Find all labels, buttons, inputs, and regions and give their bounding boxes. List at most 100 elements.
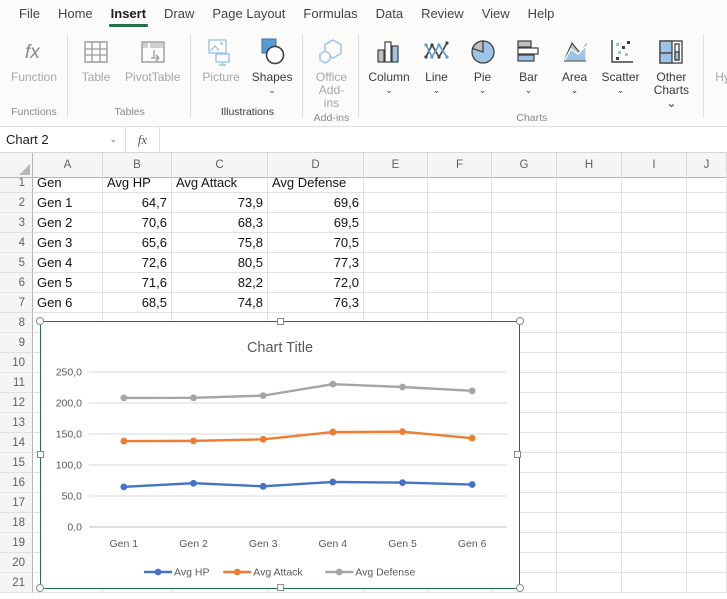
cell-H13[interactable] <box>557 413 622 433</box>
row-header-7[interactable]: 7 <box>0 293 33 313</box>
data-point-marker[interactable] <box>120 483 127 490</box>
data-point-marker[interactable] <box>190 437 197 444</box>
cell-J20[interactable] <box>687 553 727 573</box>
cell-A1[interactable]: Gen <box>33 173 103 193</box>
row-header-9[interactable]: 9 <box>0 333 33 353</box>
cell-I16[interactable] <box>622 473 687 493</box>
cell-H3[interactable] <box>557 213 622 233</box>
formula-input[interactable] <box>160 127 727 152</box>
cell-H20[interactable] <box>557 553 622 573</box>
ribbon-tab-data[interactable]: Data <box>367 0 412 28</box>
chart-resize-handle[interactable] <box>36 584 44 592</box>
cell-H11[interactable] <box>557 373 622 393</box>
bar-button[interactable]: Bar⌄ <box>507 34 551 97</box>
cell-I2[interactable] <box>622 193 687 213</box>
chevron-down-icon[interactable]: ⌄ <box>617 86 625 95</box>
cell-H17[interactable] <box>557 493 622 513</box>
cell-H5[interactable] <box>557 253 622 273</box>
cell-H19[interactable] <box>557 533 622 553</box>
data-point-marker[interactable] <box>329 429 336 436</box>
chart-resize-handle[interactable] <box>37 451 44 458</box>
data-point-marker[interactable] <box>190 394 197 401</box>
ribbon-tab-draw[interactable]: Draw <box>155 0 203 28</box>
chevron-down-icon[interactable]: ⌄ <box>268 86 276 95</box>
ribbon-tab-home[interactable]: Home <box>49 0 102 28</box>
chevron-down-icon[interactable]: ⌄ <box>525 86 533 95</box>
cell-I15[interactable] <box>622 453 687 473</box>
cell-H14[interactable] <box>557 433 622 453</box>
cell-F3[interactable] <box>428 213 492 233</box>
cell-H18[interactable] <box>557 513 622 533</box>
cell-I14[interactable] <box>622 433 687 453</box>
cell-H6[interactable] <box>557 273 622 293</box>
ribbon-tab-view[interactable]: View <box>473 0 519 28</box>
cell-A3[interactable]: Gen 2 <box>33 213 103 233</box>
cell-E3[interactable] <box>364 213 428 233</box>
cell-E7[interactable] <box>364 293 428 313</box>
row-header-5[interactable]: 5 <box>0 253 33 273</box>
row-header-15[interactable]: 15 <box>0 453 33 473</box>
data-point-marker[interactable] <box>329 381 336 388</box>
cell-D7[interactable]: 76,3 <box>268 293 364 313</box>
cell-I19[interactable] <box>622 533 687 553</box>
cell-B1[interactable]: Avg HP <box>103 173 172 193</box>
cell-I20[interactable] <box>622 553 687 573</box>
data-point-marker[interactable] <box>120 395 127 402</box>
cell-A4[interactable]: Gen 3 <box>33 233 103 253</box>
select-all-corner[interactable] <box>0 153 33 178</box>
data-point-marker[interactable] <box>260 392 267 399</box>
series-line-avg-attack[interactable] <box>124 432 472 441</box>
cell-H9[interactable] <box>557 333 622 353</box>
row-header-19[interactable]: 19 <box>0 533 33 553</box>
row-header-6[interactable]: 6 <box>0 273 33 293</box>
chart-resize-handle[interactable] <box>277 318 284 325</box>
legend-item-avg-attack[interactable]: Avg Attack <box>223 567 303 579</box>
cell-E5[interactable] <box>364 253 428 273</box>
cell-I12[interactable] <box>622 393 687 413</box>
row-header-17[interactable]: 17 <box>0 493 33 513</box>
cell-H1[interactable] <box>557 173 622 193</box>
data-point-marker[interactable] <box>399 428 406 435</box>
data-point-marker[interactable] <box>260 436 267 443</box>
cell-D2[interactable]: 69,6 <box>268 193 364 213</box>
chart-title[interactable]: Chart Title <box>247 340 313 356</box>
row-header-20[interactable]: 20 <box>0 553 33 573</box>
cell-B4[interactable]: 65,6 <box>103 233 172 253</box>
row-header-14[interactable]: 14 <box>0 433 33 453</box>
cell-I17[interactable] <box>622 493 687 513</box>
cell-C5[interactable]: 80,5 <box>172 253 268 273</box>
row-header-3[interactable]: 3 <box>0 213 33 233</box>
cell-J3[interactable] <box>687 213 727 233</box>
cell-C3[interactable]: 68,3 <box>172 213 268 233</box>
data-point-marker[interactable] <box>399 384 406 391</box>
row-header-12[interactable]: 12 <box>0 393 33 413</box>
column-button[interactable]: Column⌄ <box>365 34 412 97</box>
data-point-marker[interactable] <box>190 480 197 487</box>
cell-C7[interactable]: 74,8 <box>172 293 268 313</box>
cell-G6[interactable] <box>492 273 557 293</box>
chevron-down-icon[interactable]: ⌄ <box>433 86 441 95</box>
cell-G1[interactable] <box>492 173 557 193</box>
scatter-button[interactable]: Scatter⌄ <box>599 34 643 97</box>
cell-G7[interactable] <box>492 293 557 313</box>
data-point-marker[interactable] <box>469 435 476 442</box>
cell-E6[interactable] <box>364 273 428 293</box>
shapes-button[interactable]: Shapes⌄ <box>247 34 298 97</box>
cell-E4[interactable] <box>364 233 428 253</box>
cell-A2[interactable]: Gen 1 <box>33 193 103 213</box>
cell-H4[interactable] <box>557 233 622 253</box>
cell-D5[interactable]: 77,3 <box>268 253 364 273</box>
row-header-2[interactable]: 2 <box>0 193 33 213</box>
cell-F1[interactable] <box>428 173 492 193</box>
cell-J14[interactable] <box>687 433 727 453</box>
cell-I8[interactable] <box>622 313 687 333</box>
cell-F5[interactable] <box>428 253 492 273</box>
cell-A6[interactable]: Gen 5 <box>33 273 103 293</box>
cell-J15[interactable] <box>687 453 727 473</box>
insert-function-fx-button[interactable]: fx <box>126 127 160 152</box>
cell-F2[interactable] <box>428 193 492 213</box>
cell-B6[interactable]: 71,6 <box>103 273 172 293</box>
cell-G4[interactable] <box>492 233 557 253</box>
cell-F6[interactable] <box>428 273 492 293</box>
chevron-down-icon[interactable]: ⌄ <box>571 86 579 95</box>
